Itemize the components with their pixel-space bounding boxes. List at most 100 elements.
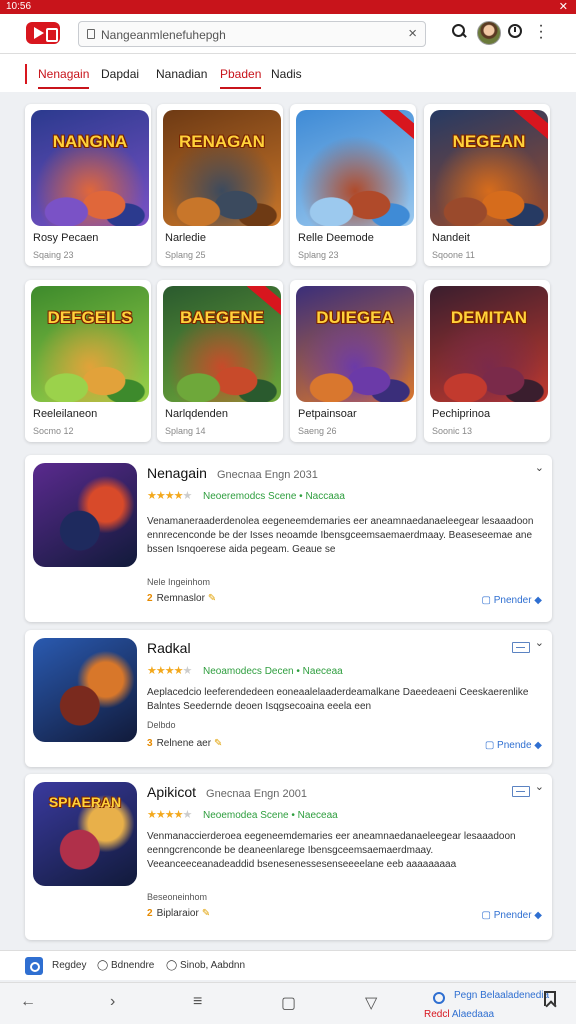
list-item[interactable]: Radkal ★★★★★ Neoamodecs Decen • Naeceaa Aep… (25, 630, 552, 767)
game-card[interactable]: RENAGAN Narledie Splang 25 (157, 104, 283, 266)
game-meta: Sqoone 11 (432, 250, 475, 260)
tab-0[interactable]: Nenagain (38, 67, 90, 89)
tab-2[interactable]: Nanadian (156, 67, 207, 81)
list-thumbnail: SPIAERAN (33, 782, 137, 886)
window-icon[interactable] (512, 642, 530, 653)
list-action-label: Pnende (497, 740, 532, 751)
list-action-button[interactable]: ▢ Pnender ◆ (481, 595, 542, 606)
game-thumbnail: DEFGEILS (31, 286, 149, 402)
list-action-button[interactable]: ▢ Pnender ◆ (481, 910, 542, 921)
back-icon[interactable]: ← (20, 993, 36, 1011)
search-input[interactable]: Nangeanmlenefuhepgh (101, 28, 226, 42)
list-label: Delbdo (147, 720, 176, 730)
shield-icon: ◆ (531, 740, 542, 751)
rating-stars: ★★★★★ (147, 809, 192, 821)
game-card[interactable]: NANGNA Rosy Pecaen Sqaing 23 (25, 104, 151, 266)
chevron-down-icon[interactable]: ⌄ (535, 636, 544, 649)
tab-3[interactable]: Pbaden (220, 67, 262, 89)
search-bar[interactable]: Nangeanmlenefuhepgh × (78, 21, 426, 47)
tab-4[interactable]: Nadis (271, 67, 302, 81)
chip-1-label: Bdnendre (110, 960, 155, 971)
bottom-nav: ← › ≡ ▢ ▽ Pegn Belaaladenedia Redcl Alae… (0, 982, 576, 1024)
game-name: Relle Deemode (298, 232, 374, 244)
game-card[interactable]: NEGEAN Nandeit Sqoone 11 (424, 104, 550, 266)
list-rating[interactable]: 2 Biplaraior ✎ (147, 908, 210, 919)
chevron-down-icon[interactable]: ⌄ (535, 780, 544, 793)
filter-icon[interactable] (25, 957, 43, 975)
list-tags: Neoeremodcs Scene • Naccaaa (203, 491, 345, 502)
forward-icon[interactable]: › (110, 993, 115, 1011)
game-art-title: NANGNA (52, 132, 128, 151)
game-card[interactable]: DEFGEILS Reeleilaneon Socmo 12 (25, 280, 151, 442)
edit-icon[interactable]: ✎ (214, 738, 222, 749)
bookmark-icon[interactable] (544, 991, 556, 1006)
game-meta: Splang 14 (165, 426, 206, 436)
game-characters (163, 156, 281, 226)
app-bar: Nangeanmlenefuhepgh × · · · (0, 14, 576, 54)
rating-number: 2 (147, 908, 153, 919)
nav-promo[interactable]: Pegn Belaaladenedia (454, 990, 549, 1001)
list-action-button[interactable]: ▢ Pnende ◆ (485, 740, 542, 751)
edit-icon[interactable]: ✎ (202, 908, 210, 919)
page-icon (87, 29, 95, 39)
game-name: Narledie (165, 232, 206, 244)
list-label: Nele Ingeinhom (147, 577, 211, 587)
menu-icon[interactable]: ≡ (193, 993, 202, 1011)
game-art-title: BAEGENE (179, 308, 265, 327)
more-menu-icon[interactable]: · · · (534, 18, 548, 46)
clock-icon[interactable] (433, 992, 445, 1004)
game-characters (296, 156, 414, 226)
game-meta: Socmo 12 (33, 426, 74, 436)
edit-icon[interactable]: ✎ (208, 593, 216, 604)
game-meta: Sqaing 23 (33, 250, 74, 260)
document-icon: ▢ (481, 595, 494, 606)
list-title[interactable]: Radkal (147, 640, 201, 656)
game-art-title: DEMITAN (450, 308, 528, 327)
game-art-title: DUIEGEA (316, 308, 394, 327)
nav-promo-red: Redcl (424, 1009, 450, 1020)
list-title[interactable]: Nenagain Gnecnaa Engn 2031 (147, 465, 318, 481)
chat-icon: ◯ (166, 960, 180, 971)
chip-1[interactable]: ◯ Bdnendre (97, 960, 154, 971)
clear-icon[interactable]: × (408, 25, 417, 42)
game-characters (163, 332, 281, 402)
app-logo-icon[interactable] (26, 22, 60, 44)
window-icon[interactable] (512, 786, 530, 797)
avatar[interactable] (477, 21, 501, 45)
rating-stars: ★★★★★ (147, 490, 192, 502)
timer-icon[interactable] (508, 24, 522, 38)
list-art-title: SPIAERAN (48, 794, 122, 810)
document-icon: ▢ (484, 740, 498, 751)
list-rating[interactable]: 3 Relnene aer ✎ (147, 738, 222, 749)
close-icon[interactable]: ✕ (559, 0, 568, 13)
game-card[interactable]: BAEGENE Narlqdenden Splang 14 (157, 280, 283, 442)
game-characters (31, 332, 149, 402)
heart-icon[interactable]: ▽ (365, 993, 377, 1013)
list-subtitle: Gnecnaa Engn 2031 (216, 469, 318, 481)
list-item[interactable]: Nenagain Gnecnaa Engn 2031 ★★★★★ Neoeremodc… (25, 455, 552, 622)
list-description: Venmanaccierderoea eegeneemdemaries eer … (147, 831, 516, 870)
rating-text: Remnaslor (156, 593, 205, 604)
chevron-down-icon[interactable]: ⌄ (535, 461, 544, 474)
tab-1[interactable]: Dapdai (101, 67, 139, 81)
search-icon[interactable] (452, 24, 466, 38)
chip-0[interactable]: Regdey (52, 960, 86, 971)
game-thumbnail: NANGNA (31, 110, 149, 226)
corner-ribbon (379, 110, 414, 143)
game-card[interactable]: DUIEGEA Petpainsoar Saeng 26 (290, 280, 416, 442)
status-time: 10:56 (6, 1, 32, 12)
list-rating[interactable]: 2 Remnaslor ✎ (147, 593, 216, 604)
square-icon[interactable]: ▢ (281, 993, 296, 1013)
game-card[interactable]: DEMITAN Pechiprinoa Soonic 13 (424, 280, 550, 442)
list-item[interactable]: SPIAERAN Apikicot Gnecnaa Engn 2001 ★★★★★ Ne… (25, 774, 552, 940)
chip-2[interactable]: ◯ Sinob, Aabdnn (166, 960, 245, 971)
list-title[interactable]: Apikicot Gnecnaa Engn 2001 (147, 784, 307, 800)
rating-text: Biplaraior (156, 908, 199, 919)
list-subtitle: Gnecnaa Engn 2001 (206, 788, 307, 800)
nav-promo-secondary[interactable]: Redcl Alaedaaa (424, 1009, 494, 1020)
game-card[interactable]: Relle Deemode Splang 23 (290, 104, 416, 266)
game-characters (296, 332, 414, 402)
document-icon: ▢ (481, 910, 494, 921)
game-name: Nandeit (432, 232, 470, 244)
game-meta: Soonic 13 (432, 426, 473, 436)
